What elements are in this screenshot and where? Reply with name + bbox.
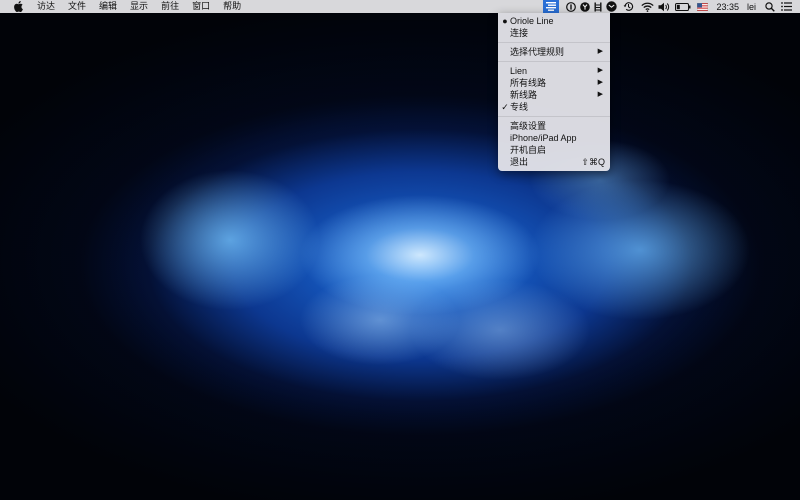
bartender-icon[interactable]: [592, 0, 604, 13]
menu-item-label: 开机自启: [510, 145, 547, 155]
menu-separator: [498, 61, 610, 62]
menu-item-label: 退出: [510, 157, 529, 167]
menu-item-label: 选择代理规则: [510, 47, 565, 57]
user-name[interactable]: lei: [747, 2, 756, 12]
selected-dot-icon: ●: [502, 16, 508, 26]
menu-item-iphone-ipad-app[interactable]: iPhone/iPad App: [498, 132, 610, 144]
menu-item-label: 专线: [510, 102, 529, 112]
notification-center-icon[interactable]: [778, 0, 800, 13]
menu-item-launch-at-login[interactable]: 开机自启: [498, 144, 610, 156]
password-manager-icon[interactable]: [564, 0, 578, 13]
apple-logo-icon[interactable]: [12, 1, 24, 13]
us-flag-input-icon[interactable]: [694, 0, 710, 13]
menu-bar-clock[interactable]: 23:35: [716, 2, 739, 12]
submenu-arrow-icon: ▶: [597, 48, 603, 55]
menu-file[interactable]: 文件: [68, 0, 86, 13]
menu-item-all-lines[interactable]: 所有线路 ▶: [498, 77, 610, 89]
y-app-icon[interactable]: [578, 0, 592, 13]
menu-separator: [498, 116, 610, 117]
menu-item-label: 高级设置: [510, 121, 547, 131]
desktop-wallpaper: [0, 0, 800, 500]
submenu-arrow-icon: ▶: [597, 67, 603, 74]
menu-edit[interactable]: 编辑: [99, 0, 117, 13]
submenu-arrow-icon: ▶: [597, 79, 603, 86]
vpn-dropdown-menu: ● Oriole Line 连接 选择代理规则 ▶ Lien ▶ 所有线路 ▶ …: [498, 13, 610, 171]
menu-bar: 访达 文件 编辑 显示 前往 窗口 帮助 23:35 lei: [0, 0, 800, 13]
menu-item-advanced-settings[interactable]: 高级设置: [498, 120, 610, 132]
checkmark-icon: ✓: [501, 102, 509, 112]
menu-item-connect[interactable]: 连接: [498, 27, 610, 39]
volume-icon[interactable]: [656, 0, 672, 13]
menu-separator: [498, 42, 610, 43]
menu-item-label: Oriole Line: [510, 16, 554, 26]
vpn-lines-icon[interactable]: [543, 0, 560, 13]
menu-item-quit[interactable]: 退出 ⇧⌘Q: [498, 156, 610, 168]
menu-item-proxy-rules[interactable]: 选择代理规则 ▶: [498, 46, 610, 58]
menu-item-label: 连接: [510, 28, 529, 38]
menu-go[interactable]: 前往: [161, 0, 179, 13]
menu-item-label: Lien: [510, 66, 528, 76]
spotlight-search-icon[interactable]: [762, 0, 778, 13]
menu-help[interactable]: 帮助: [223, 0, 241, 13]
menu-view[interactable]: 显示: [130, 0, 148, 13]
menu-item-dedicated-line[interactable]: ✓ 专线: [498, 101, 610, 113]
submenu-arrow-icon: ▶: [597, 91, 603, 98]
menu-item-lien[interactable]: Lien ▶: [498, 65, 610, 77]
menu-window[interactable]: 窗口: [192, 0, 210, 13]
menu-item-label: iPhone/iPad App: [510, 133, 577, 143]
menu-item-new-lines[interactable]: 新线路 ▶: [498, 89, 610, 101]
time-machine-icon[interactable]: [618, 0, 638, 13]
menu-item-label: 所有线路: [510, 78, 547, 88]
menu-finder[interactable]: 访达: [37, 0, 55, 13]
battery-icon[interactable]: [672, 0, 694, 13]
menu-item-oriole-line[interactable]: ● Oriole Line: [498, 15, 610, 27]
mail-icon[interactable]: [604, 0, 618, 13]
menu-item-label: 新线路: [510, 90, 538, 100]
quit-shortcut: ⇧⌘Q: [581, 157, 605, 167]
wifi-icon[interactable]: [638, 0, 656, 13]
status-area: 23:35 lei: [543, 0, 800, 13]
